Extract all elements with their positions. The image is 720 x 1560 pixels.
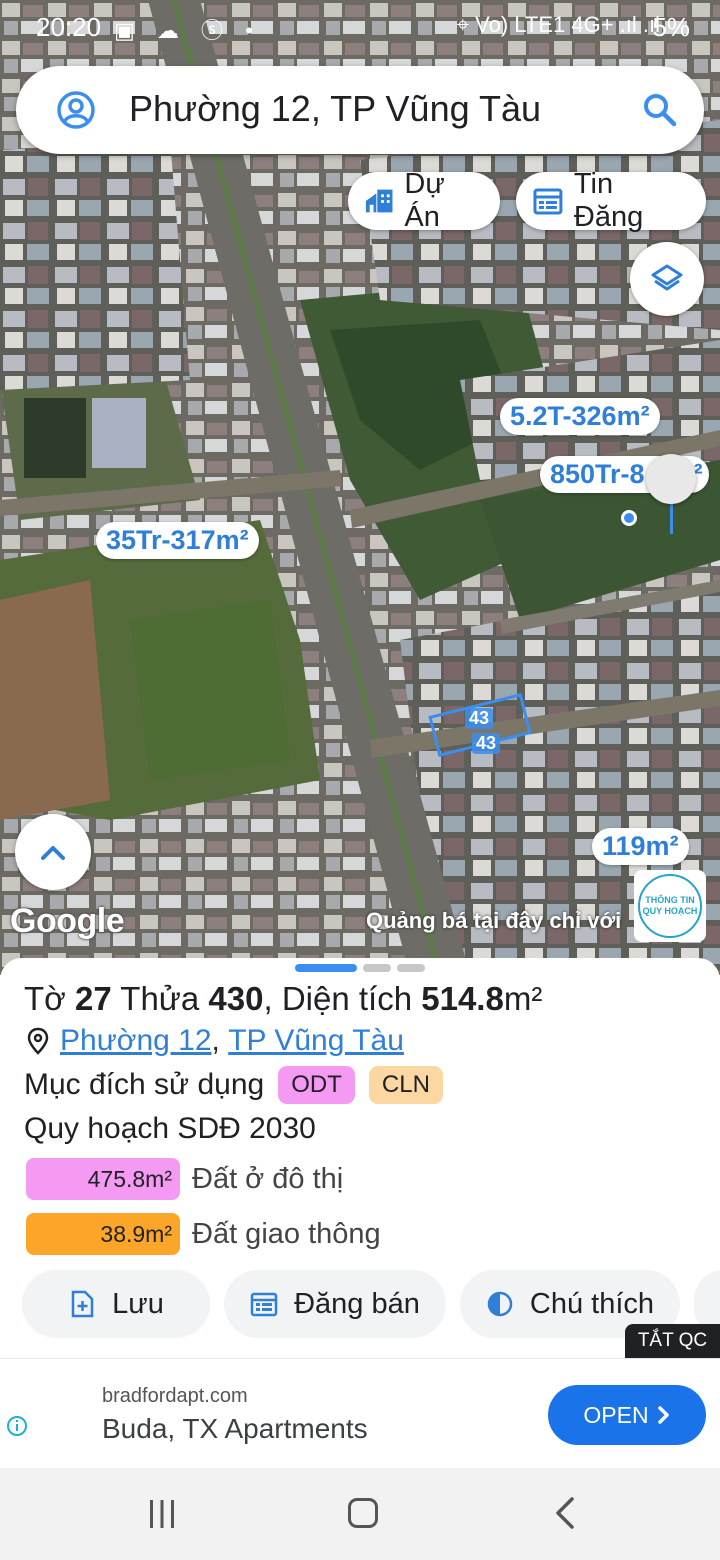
planning-info-logo: THÔNG TIN QUY HOẠCH bbox=[638, 874, 702, 938]
area-unit: m² bbox=[503, 980, 543, 1017]
compass-line bbox=[670, 500, 673, 534]
land-use-tag: CLN bbox=[368, 1066, 443, 1104]
area-value: 514.8 bbox=[421, 980, 504, 1017]
hide-ads-button[interactable]: TẮT QC bbox=[625, 1324, 720, 1358]
chevron-up-icon bbox=[41, 846, 65, 860]
plan-item: 475.8m² Đất ở đô thị bbox=[26, 1158, 343, 1200]
ad-open-button[interactable]: OPEN bbox=[548, 1385, 706, 1445]
contrast-icon bbox=[487, 1291, 513, 1317]
pager-dot[interactable] bbox=[397, 964, 425, 972]
parcel-label: 43 bbox=[472, 733, 501, 754]
city-link[interactable]: TP Vũng Tàu bbox=[228, 1024, 404, 1058]
calendar-list-icon bbox=[533, 188, 563, 215]
search-query[interactable]: Phường 12, TP Vũng Tàu bbox=[129, 88, 541, 130]
land-use-tag: ODT bbox=[278, 1066, 355, 1104]
sheet-label: Tờ bbox=[24, 980, 66, 1017]
listings-chip-label: Tin Đăng bbox=[573, 168, 644, 233]
add-file-icon bbox=[71, 1290, 94, 1318]
land-use-purpose: Mục đích sử dụng ODT CLN bbox=[24, 1066, 443, 1104]
search-icon[interactable] bbox=[642, 92, 678, 128]
battery-level: 5% bbox=[652, 12, 690, 42]
ward-link[interactable]: Phường 12 bbox=[60, 1024, 212, 1058]
sheet-number: 27 bbox=[74, 980, 112, 1017]
recent-apps-icon[interactable] bbox=[146, 1498, 178, 1530]
plan-item: 38.9m² Đất giao thông bbox=[26, 1213, 381, 1255]
plot-label: Thửa bbox=[120, 980, 200, 1017]
google-logo: Google bbox=[10, 902, 125, 940]
listings-chip[interactable]: Tin Đăng bbox=[516, 168, 706, 233]
area-label: , Diện tích bbox=[263, 980, 413, 1017]
price-marker[interactable]: 5.2T-326m² bbox=[500, 398, 660, 435]
ad-banner[interactable]: bradfordapt.com Buda, TX Apartments OPEN bbox=[0, 1358, 720, 1468]
location-pin-icon bbox=[27, 1027, 49, 1055]
back-icon[interactable] bbox=[552, 1496, 578, 1530]
sheet-pager[interactable] bbox=[295, 964, 425, 972]
search-bar[interactable]: Phường 12, TP Vũng Tàu bbox=[16, 66, 704, 154]
chevron-right-icon bbox=[657, 1406, 669, 1424]
status-time: 20:20 bbox=[36, 12, 102, 42]
save-button[interactable]: Lưu bbox=[22, 1270, 210, 1338]
address-separator: , bbox=[211, 1024, 220, 1057]
parcel-title: Tờ 27 Thửa 430, Diện tích 514.8m² bbox=[24, 980, 542, 1018]
home-icon[interactable] bbox=[348, 1498, 378, 1528]
price-marker[interactable]: 119m² bbox=[592, 828, 689, 865]
signal-icons: ⌖ Vo) LTE1 4G+ .ıl .ıl bbox=[456, 12, 660, 37]
ad-open-label: OPEN bbox=[583, 1401, 649, 1428]
projects-chip-label: Dự Án bbox=[404, 168, 445, 233]
status-bar: 20:20 ▣ ☁ ⓢ • ⌖ Vo) LTE1 4G+ .ıl .ıl 5% bbox=[0, 0, 720, 54]
plan-item-label: Đất ở đô thị bbox=[192, 1162, 344, 1195]
plot-number: 430 bbox=[208, 980, 264, 1017]
save-button-label: Lưu bbox=[112, 1287, 164, 1320]
plan-item-area: 38.9m² bbox=[26, 1213, 180, 1255]
notification-icons: ▣ ☁ ⓢ • bbox=[114, 18, 261, 43]
parcel-address: Phường 12, TP Vũng Tàu bbox=[26, 1024, 404, 1058]
price-marker[interactable]: 35Tr-317m² bbox=[96, 522, 259, 559]
parcel-label: 43 bbox=[465, 708, 494, 729]
system-nav-bar bbox=[0, 1468, 720, 1560]
legend-button-label: Chú thích bbox=[529, 1287, 655, 1320]
plan-item-area: 475.8m² bbox=[26, 1158, 180, 1200]
plan-title: Quy hoạch SDĐ 2030 bbox=[24, 1112, 316, 1145]
purpose-label: Mục đích sử dụng bbox=[24, 1068, 265, 1101]
calendar-list-icon bbox=[250, 1292, 278, 1317]
building-icon bbox=[365, 189, 393, 213]
expand-sheet-button[interactable] bbox=[15, 814, 91, 890]
ad-info-icon[interactable] bbox=[6, 1415, 28, 1437]
pager-dot-active[interactable] bbox=[295, 964, 357, 972]
ad-domain: bradfordapt.com bbox=[102, 1385, 248, 1407]
ad-headline[interactable]: Buda, TX Apartments bbox=[102, 1413, 368, 1445]
parcel-details-sheet: Tờ 27 Thửa 430, Diện tích 514.8m² Phường… bbox=[0, 958, 720, 1360]
account-icon[interactable] bbox=[56, 90, 96, 130]
location-dot bbox=[621, 510, 637, 526]
map-drag-handle[interactable] bbox=[646, 454, 696, 504]
post-for-sale-label: Đăng bán bbox=[294, 1287, 420, 1320]
satellite-map[interactable]: 20:20 ▣ ☁ ⓢ • ⌖ Vo) LTE1 4G+ .ıl .ıl 5% … bbox=[0, 0, 720, 975]
layers-icon bbox=[651, 264, 683, 291]
planning-info-badge[interactable]: THÔNG TIN QUY HOẠCH bbox=[634, 870, 706, 942]
pager-dot[interactable] bbox=[363, 964, 391, 972]
price-marker-value: 850Tr-8 bbox=[550, 459, 645, 489]
projects-chip[interactable]: Dự Án bbox=[348, 168, 500, 233]
plan-item-label: Đất giao thông bbox=[192, 1217, 381, 1250]
map-ad-text[interactable]: Quảng bá tại đây chỉ với bbox=[366, 908, 621, 934]
layers-button[interactable] bbox=[630, 242, 704, 316]
post-for-sale-button[interactable]: Đăng bán bbox=[224, 1270, 446, 1338]
